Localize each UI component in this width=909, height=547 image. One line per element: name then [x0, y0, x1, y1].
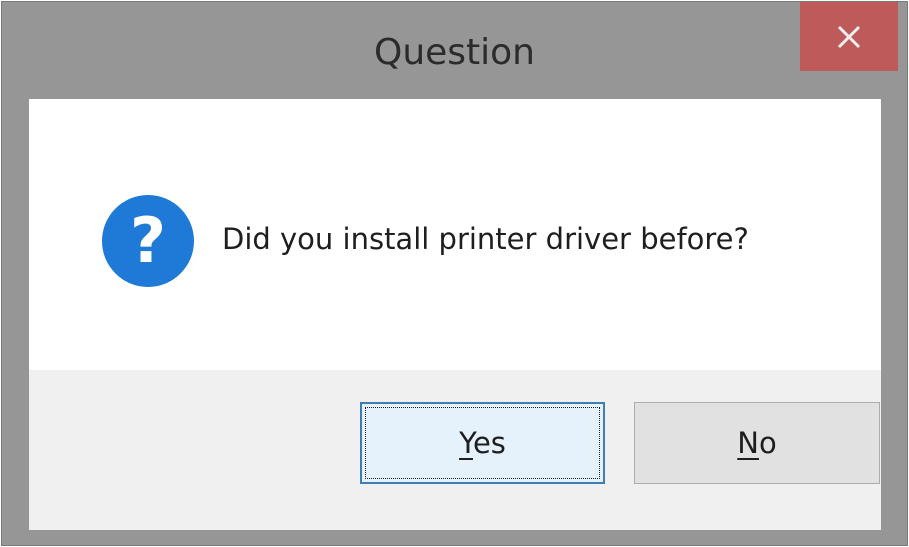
question-icon: ? [102, 195, 194, 287]
dialog-message: Did you install printer driver before? [222, 222, 749, 256]
button-bar: Yes No [29, 370, 881, 530]
yes-button[interactable]: Yes [360, 402, 605, 484]
close-icon [837, 25, 861, 48]
question-dialog: Question ? Did you install printer drive… [1, 1, 908, 546]
title-bar[interactable]: Question [2, 2, 907, 99]
no-label: No [737, 426, 776, 460]
no-button[interactable]: No [634, 402, 880, 484]
svg-text:?: ? [130, 204, 166, 277]
no-accelerator: N [737, 426, 759, 460]
close-button[interactable] [800, 2, 898, 71]
yes-label-rest: es [472, 426, 506, 460]
no-label-rest: o [758, 426, 777, 460]
yes-accelerator: Y [459, 426, 473, 460]
message-area: ? Did you install printer driver before? [29, 99, 881, 370]
yes-label: Yes [459, 426, 506, 460]
dialog-title: Question [373, 32, 535, 73]
